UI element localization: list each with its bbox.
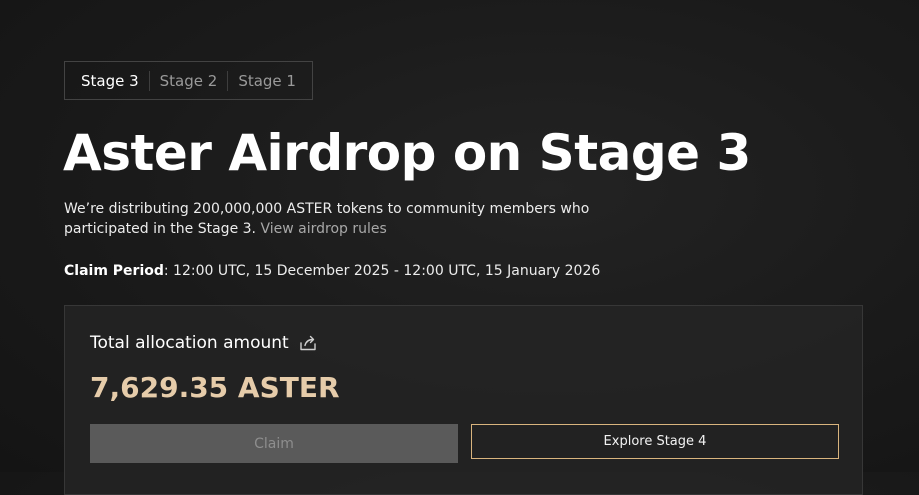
view-airdrop-rules-link[interactable]: View airdrop rules xyxy=(260,221,386,237)
tab-stage-2[interactable]: Stage 2 xyxy=(150,71,228,91)
claim-button[interactable]: Claim xyxy=(90,424,458,463)
allocation-card: Total allocation amount 7,629.35 ASTER C… xyxy=(64,305,863,495)
stage-tabs: Stage 3 Stage 2 Stage 1 xyxy=(64,61,313,100)
allocation-title: Total allocation amount xyxy=(90,333,289,353)
tab-stage-1[interactable]: Stage 1 xyxy=(228,71,306,91)
claim-period-label: Claim Period xyxy=(64,263,164,279)
tab-stage-3[interactable]: Stage 3 xyxy=(71,71,149,91)
page-title: Aster Airdrop on Stage 3 xyxy=(63,124,751,182)
page-description: We’re distributing 200,000,000 ASTER tok… xyxy=(64,199,624,239)
share-icon[interactable] xyxy=(299,334,317,352)
claim-period-value: : 12:00 UTC, 15 December 2025 - 12:00 UT… xyxy=(163,263,601,279)
allocation-header: Total allocation amount xyxy=(90,332,317,354)
allocation-amount: 7,629.35 ASTER xyxy=(90,371,340,404)
explore-stage-4-button[interactable]: Explore Stage 4 xyxy=(471,424,839,459)
claim-period: Claim Period: 12:00 UTC, 15 December 202… xyxy=(64,261,600,281)
